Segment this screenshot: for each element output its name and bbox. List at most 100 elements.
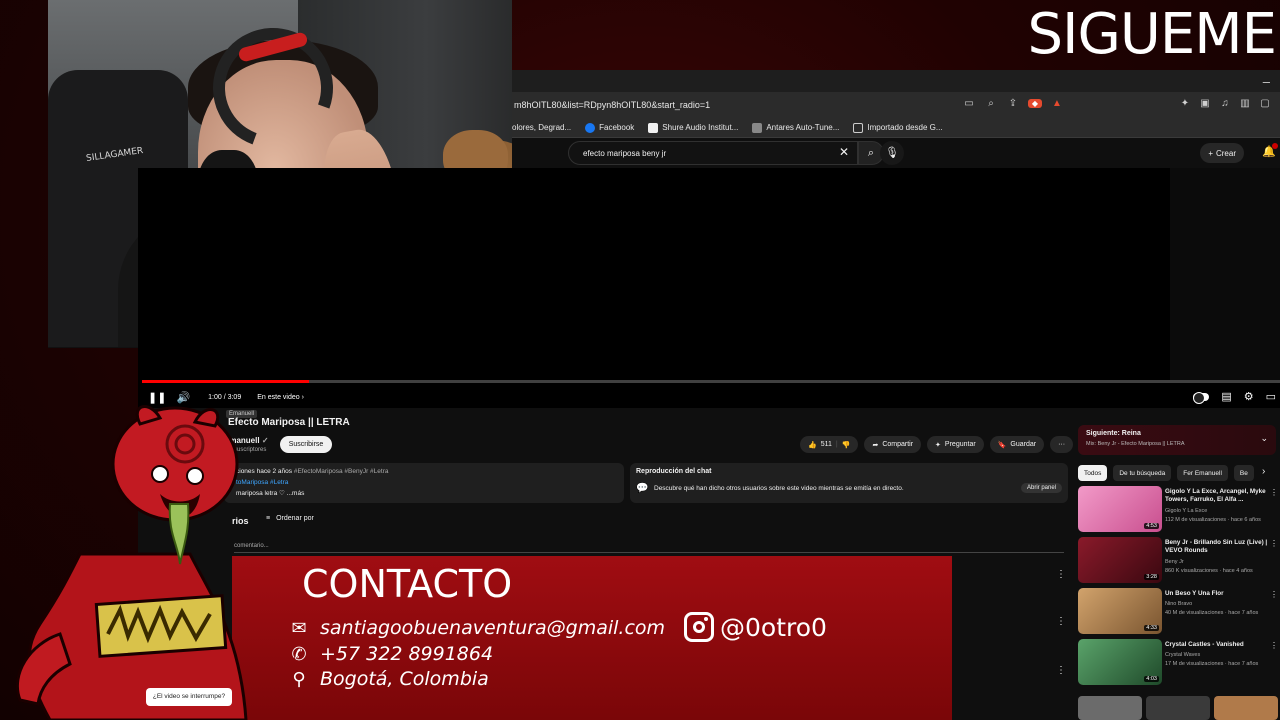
video-actions: 👍 511 | 👎 ➦ Compartir ✦ Preguntar 🔖 Guardar ··…: [800, 436, 1074, 453]
recommendation-views: 40 M de visualizaciones · hace 7 años: [1165, 610, 1259, 616]
recommendation-channel[interactable]: Gigolo Y La Exce: [1165, 508, 1207, 514]
recommendation-title[interactable]: Beny Jr - Brillando Sin Luz (Live) | VEV…: [1165, 539, 1269, 555]
video-player[interactable]: ❚❚ 🔊 1:00 / 3:09 En este video › ▤ ⚙ ▭: [138, 168, 1280, 408]
more-vertical-icon[interactable]: ⋮: [1270, 488, 1278, 497]
bookmark-item[interactable]: Facebook: [585, 122, 634, 133]
video-interrupt-prompt[interactable]: ¿El video se interrumpe?: [146, 688, 232, 706]
wallet-icon[interactable]: ▣: [1198, 98, 1212, 109]
more-vertical-icon[interactable]: ⋮: [1270, 641, 1278, 650]
like-button[interactable]: 👍 511 | 👎: [800, 436, 859, 453]
more-vertical-icon[interactable]: ⋮: [1270, 590, 1278, 599]
chip-more[interactable]: Be: [1233, 465, 1254, 481]
autoplay-toggle[interactable]: [1193, 391, 1210, 404]
duration-badge: 4:53: [1144, 523, 1159, 529]
comment-underline: [234, 552, 1064, 553]
video-thumbnail[interactable]: 4:53: [1078, 486, 1162, 532]
bookmark-item[interactable]: Shure Audio Institut...: [648, 122, 738, 133]
chip-from-search[interactable]: De tu búsqueda: [1113, 465, 1172, 481]
sort-comments-button[interactable]: ≡ Ordenar por: [266, 515, 314, 522]
url-text[interactable]: m8hOITL80&list=RDpyn8hOITL80&start_radio…: [512, 100, 710, 110]
comment-menu-icon[interactable]: ⋮: [1056, 616, 1066, 627]
bookmark-icon: 🔖: [997, 441, 1007, 449]
up-next-title: Siguiente: Reina: [1086, 430, 1141, 437]
divider: |: [835, 441, 838, 448]
up-next-mix[interactable]: Siguiente: Reina Mix: Beny Jr - Efecto M…: [1078, 425, 1276, 455]
brave-shield-icon[interactable]: ◆: [1028, 99, 1042, 108]
shure-icon: [648, 122, 659, 133]
comment-menu-icon[interactable]: ⋮: [1056, 665, 1066, 676]
notification-dot: [1272, 143, 1278, 149]
miniplayer-icon[interactable]: ▭: [1266, 390, 1276, 403]
voice-search-button[interactable]: 🎙: [880, 141, 904, 165]
contact-instagram: @0otro0: [684, 612, 827, 642]
recommendation-title[interactable]: Un Beso Y Una Flor: [1165, 590, 1269, 598]
bookmark-item[interactable]: olores, Degrad...: [512, 123, 571, 132]
comment-menu-icon[interactable]: ⋮: [1056, 569, 1066, 580]
address-bar[interactable]: m8hOITL80&list=RDpyn8hOITL80&start_radio…: [512, 92, 1280, 118]
screen-cast-icon[interactable]: ▭: [962, 98, 976, 109]
minimize-icon[interactable]: –: [1263, 74, 1270, 89]
extensions-icon[interactable]: ✦: [1178, 98, 1192, 109]
subscribe-button[interactable]: Suscribirse: [280, 436, 332, 453]
chapter-button[interactable]: En este video ›: [257, 394, 304, 401]
video-thumbnail[interactable]: [1146, 696, 1210, 720]
chip-channel[interactable]: Fer Emanuell: [1177, 465, 1228, 481]
bookmark-item[interactable]: Importado desde G...: [853, 122, 943, 133]
player-right-controls: ▤ ⚙ ▭: [1193, 390, 1276, 404]
search-query[interactable]: efecto mariposa beny jr: [583, 149, 666, 158]
subtitles-icon[interactable]: ▤: [1221, 390, 1231, 403]
share-icon[interactable]: ⇪: [1006, 98, 1020, 109]
more-vertical-icon[interactable]: ⋮: [1270, 539, 1278, 548]
video-thumbnail[interactable]: [1214, 696, 1278, 720]
overlay-title: SIGUEME: [1027, 2, 1277, 67]
video-thumbnail[interactable]: 4:33: [1078, 588, 1162, 634]
recommendation-item[interactable]: 4:53 Gigolo Y La Exce, Arcangel, Myke To…: [1078, 486, 1278, 534]
video-thumbnail[interactable]: 3:28: [1078, 537, 1162, 583]
video-thumbnail[interactable]: 4:03: [1078, 639, 1162, 685]
antares-icon: [752, 122, 763, 133]
recommendation-title[interactable]: Crystal Castles - Vanished: [1165, 641, 1269, 649]
progress-bar-fill[interactable]: [142, 380, 309, 383]
zoom-icon[interactable]: ⌕: [984, 98, 998, 109]
recommendation-item[interactable]: 3:28 Beny Jr - Brillando Sin Luz (Live) …: [1078, 537, 1278, 585]
description-tags[interactable]: #EfectoMariposa #BenyJr #Letra: [294, 468, 389, 475]
recommendation-channel[interactable]: Crystal Waves: [1165, 652, 1200, 658]
progress-bar[interactable]: [142, 380, 1280, 383]
search-input[interactable]: efecto mariposa beny jr ✕: [568, 141, 858, 165]
recommendation-item[interactable]: 4:33 Un Beso Y Una Flor Nino Bravo 40 M …: [1078, 588, 1278, 636]
brave-rewards-icon[interactable]: ▲: [1050, 98, 1064, 109]
search-icon: ⌕: [867, 147, 875, 159]
video-frame-edge: [1170, 168, 1280, 380]
recommendation-item[interactable]: 4:03 Crystal Castles - Vanished Crystal …: [1078, 639, 1278, 687]
tab-icon[interactable]: ▢: [1258, 98, 1272, 109]
clear-search-icon[interactable]: ✕: [839, 145, 849, 159]
volume-icon[interactable]: 🔊: [176, 391, 190, 404]
instagram-icon: [684, 612, 714, 642]
video-thumbnail[interactable]: [1078, 696, 1142, 720]
settings-gear-icon[interactable]: ⚙: [1244, 390, 1254, 403]
media-icon[interactable]: ♫: [1218, 98, 1232, 109]
more-actions-button[interactable]: ···: [1050, 436, 1074, 453]
mascot-eye-right: [186, 467, 204, 485]
save-button[interactable]: 🔖 Guardar: [989, 436, 1045, 453]
recommendation-title[interactable]: Gigolo Y La Exce, Arcangel, Myke Towers,…: [1165, 488, 1269, 504]
pause-icon[interactable]: ❚❚: [148, 391, 166, 404]
time-display: 1:00 / 3:09: [208, 393, 242, 401]
video-frame[interactable]: [512, 168, 1170, 380]
recommendation-channel[interactable]: Nino Bravo: [1165, 601, 1192, 607]
sidebar-icon[interactable]: ▥: [1238, 98, 1252, 109]
bookmark-item[interactable]: Antares Auto-Tune...: [752, 122, 839, 133]
chat-replay-box: Reproducción del chat 💬 Descubre qué han…: [630, 463, 1068, 503]
create-button[interactable]: + Crear: [1200, 143, 1244, 163]
description-box[interactable]: ciones hace 2 años #EfectoMariposa #Beny…: [224, 463, 624, 503]
chevron-right-icon[interactable]: ›: [1262, 466, 1265, 477]
recommendation-channel[interactable]: Beny Jr: [1165, 559, 1184, 565]
ask-button[interactable]: ✦ Preguntar: [927, 436, 984, 453]
share-button[interactable]: ➦ Compartir: [864, 436, 922, 453]
open-chat-panel-button[interactable]: Abrir panel: [1020, 483, 1062, 493]
phone-icon: ✆: [291, 643, 307, 665]
chevron-down-icon[interactable]: ⌄: [1260, 433, 1268, 444]
chip-all[interactable]: Todos: [1078, 465, 1108, 481]
bookmarks-bar: olores, Degrad... Facebook Shure Audio I…: [512, 118, 1280, 138]
thumbs-down-icon[interactable]: 👎: [842, 441, 851, 449]
